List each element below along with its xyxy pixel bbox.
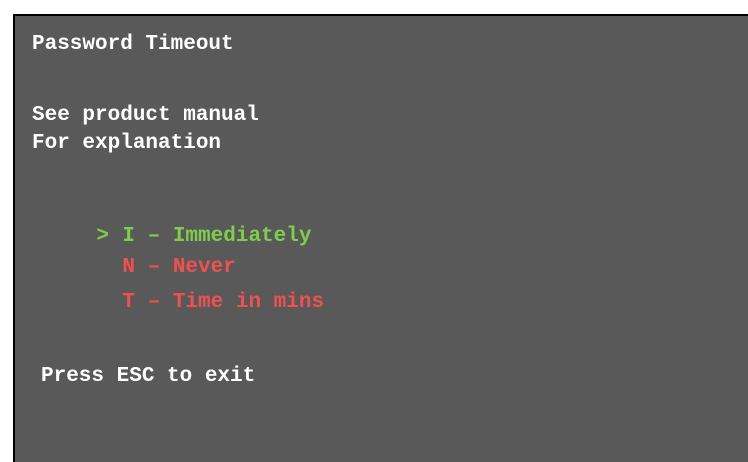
info-line-1: See product manual <box>32 104 259 127</box>
info-line-2: For explanation <box>32 132 222 155</box>
screen-title: Password Timeout <box>32 33 234 56</box>
exit-hint: Press ESC to exit <box>41 365 256 388</box>
terminal-screen: Password Timeout See product manual For … <box>13 14 748 462</box>
option-immediately[interactable]: > I – Immediately <box>46 198 311 248</box>
option-time-in-mins[interactable]: T – Time in mins <box>46 264 324 314</box>
option-label: T – Time in mins <box>122 291 325 314</box>
option-never[interactable]: N – Never <box>46 229 235 279</box>
